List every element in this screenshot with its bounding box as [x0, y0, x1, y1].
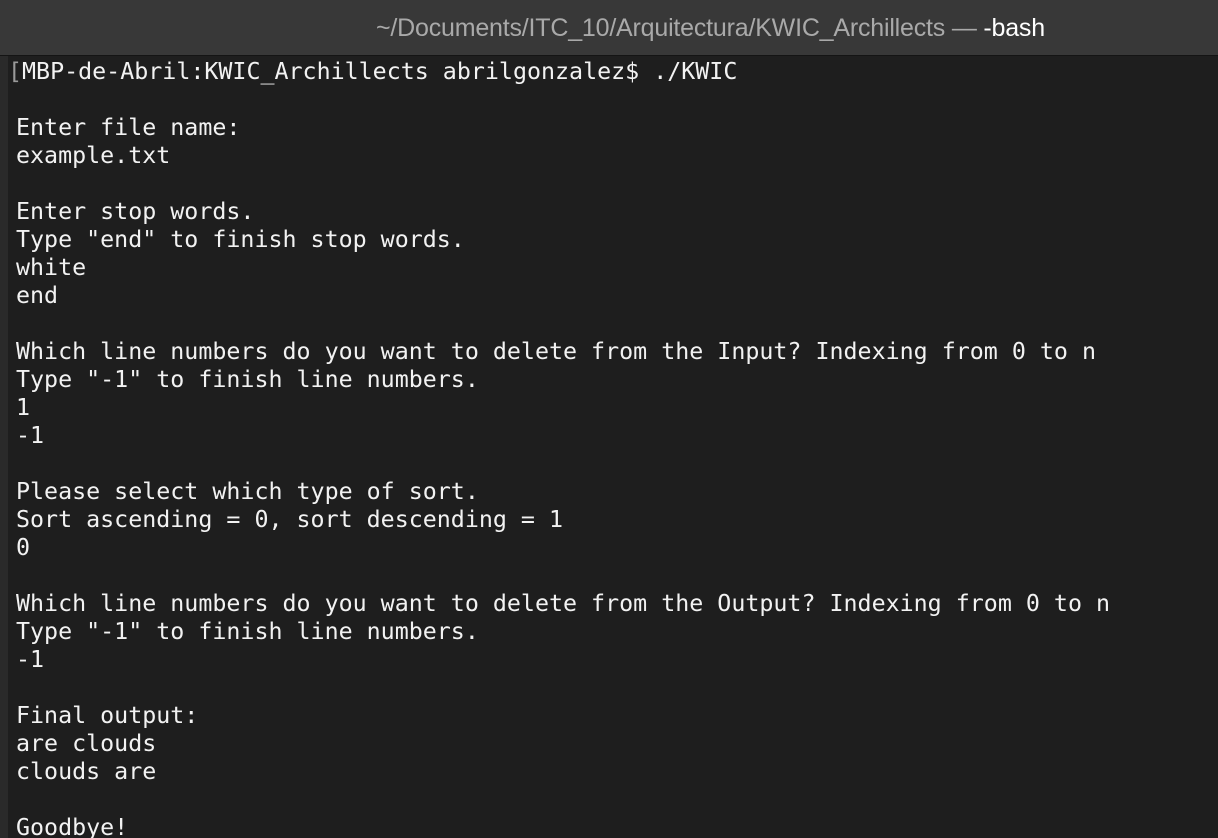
terminal-line: Final output:: [16, 702, 199, 729]
terminal-window: ~/Documents/ITC_10/Arquitectura/KWIC_Arc…: [0, 0, 1218, 838]
terminal-line: Which line numbers do you want to delete…: [16, 338, 1096, 365]
prompt-line: [MBP-de-Abril:KWIC_Archillects abrilgonz…: [8, 58, 1110, 86]
title-bar[interactable]: ~/Documents/ITC_10/Arquitectura/KWIC_Arc…: [0, 0, 1218, 56]
terminal-lines: [MBP-de-Abril:KWIC_Archillects abrilgonz…: [8, 58, 1111, 838]
terminal-line: Type "-1" to finish line numbers.: [16, 366, 479, 393]
terminal-line: white: [16, 254, 87, 281]
terminal-line: 0: [16, 534, 31, 561]
terminal-line: Which line numbers do you want to delete…: [16, 590, 1111, 617]
terminal-line: are clouds: [16, 730, 157, 757]
terminal-line: Enter stop words.: [16, 198, 255, 225]
terminal-line: Type "-1" to finish line numbers.: [16, 618, 479, 645]
title-path: ~/Documents/ITC_10/Arquitectura/KWIC_Arc…: [376, 14, 946, 42]
terminal-line: clouds are: [16, 758, 157, 785]
terminal-line: example.txt: [16, 142, 171, 169]
terminal-line: -1: [16, 422, 45, 449]
terminal-line: Type "end" to finish stop words.: [16, 226, 465, 253]
terminal-output[interactable]: [MBP-de-Abril:KWIC_Archillects abrilgonz…: [8, 56, 1218, 838]
terminal-line: -1: [16, 646, 45, 673]
terminal-line: end: [16, 282, 59, 309]
terminal-line: Please select which type of sort.: [16, 478, 479, 505]
title-process: -bash: [983, 14, 1045, 42]
window-title: ~/Documents/ITC_10/Arquitectura/KWIC_Arc…: [376, 13, 1045, 43]
title-separator: —: [945, 14, 984, 42]
terminal-line: Enter file name:: [16, 114, 241, 141]
terminal-line: 1: [16, 394, 31, 421]
terminal-line: Sort ascending = 0, sort descending = 1: [16, 506, 564, 533]
terminal-line: Goodbye!: [16, 814, 129, 838]
background-window-edge: [0, 56, 8, 838]
prompt-command: MBP-de-Abril:KWIC_Archillects abrilgonza…: [22, 58, 738, 85]
prompt-bracket: [: [8, 58, 23, 85]
